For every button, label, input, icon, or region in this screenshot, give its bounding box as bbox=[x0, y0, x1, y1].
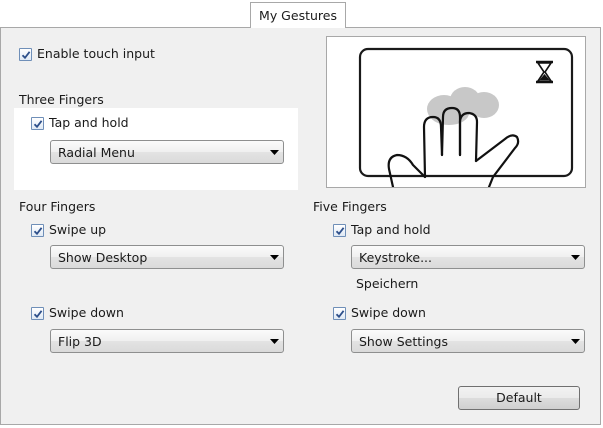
checkbox-checked-icon[interactable] bbox=[31, 116, 44, 130]
three-fingers-action-select[interactable]: Radial Menu bbox=[50, 140, 284, 164]
four-fingers-swipe-down-checkbox[interactable]: Swipe down bbox=[31, 305, 124, 321]
five-fingers-swipe-down-label: Swipe down bbox=[351, 305, 426, 320]
four-fingers-swipe-down-label: Swipe down bbox=[49, 305, 124, 320]
five-fingers-tap-hold-label: Tap and hold bbox=[351, 222, 431, 237]
five-fingers-heading: Five Fingers bbox=[313, 199, 387, 214]
four-fingers-swipe-up-label: Swipe up bbox=[49, 222, 107, 237]
five-fingers-swipe-down-select[interactable]: Show Settings bbox=[351, 329, 585, 353]
dropdown-arrow-icon[interactable] bbox=[265, 338, 283, 344]
tab-label: My Gestures bbox=[259, 8, 337, 23]
checkbox-checked-icon[interactable] bbox=[19, 47, 32, 61]
select-value: Flip 3D bbox=[58, 333, 102, 349]
three-fingers-tap-hold-label: Tap and hold bbox=[49, 115, 129, 130]
five-fingers-tap-hold-select[interactable]: Keystroke... bbox=[351, 245, 585, 269]
enable-touch-label: Enable touch input bbox=[37, 46, 155, 61]
four-fingers-swipe-up-select[interactable]: Show Desktop bbox=[50, 245, 284, 269]
five-fingers-tap-hold-checkbox[interactable]: Tap and hold bbox=[333, 222, 431, 238]
enable-touch-checkbox[interactable]: Enable touch input bbox=[19, 46, 155, 62]
checkbox-checked-icon[interactable] bbox=[31, 306, 44, 320]
checkbox-checked-icon[interactable] bbox=[333, 223, 346, 237]
select-value: Show Settings bbox=[359, 333, 448, 349]
three-fingers-tap-hold-checkbox[interactable]: Tap and hold bbox=[31, 115, 129, 131]
tab-my-gestures[interactable]: My Gestures bbox=[250, 2, 346, 28]
dropdown-arrow-icon[interactable] bbox=[265, 254, 283, 260]
hand-icon bbox=[358, 47, 574, 189]
four-fingers-swipe-up-checkbox[interactable]: Swipe up bbox=[31, 222, 106, 238]
four-fingers-swipe-down-select[interactable]: Flip 3D bbox=[50, 329, 284, 353]
gesture-preview bbox=[326, 36, 586, 189]
dropdown-arrow-icon[interactable] bbox=[566, 338, 584, 344]
select-value: Radial Menu bbox=[58, 144, 135, 160]
five-fingers-swipe-down-checkbox[interactable]: Swipe down bbox=[333, 305, 426, 321]
dropdown-arrow-icon[interactable] bbox=[566, 254, 584, 260]
three-fingers-heading: Three Fingers bbox=[19, 92, 104, 107]
dropdown-arrow-icon[interactable] bbox=[265, 149, 283, 155]
keystroke-note: Speichern bbox=[356, 276, 419, 291]
checkbox-checked-icon[interactable] bbox=[31, 223, 44, 237]
default-button[interactable]: Default bbox=[458, 386, 580, 410]
checkbox-checked-icon[interactable] bbox=[333, 306, 346, 320]
select-value: Show Desktop bbox=[58, 249, 148, 265]
select-value: Keystroke... bbox=[359, 249, 432, 265]
default-button-label: Default bbox=[496, 390, 542, 405]
four-fingers-heading: Four Fingers bbox=[19, 199, 96, 214]
